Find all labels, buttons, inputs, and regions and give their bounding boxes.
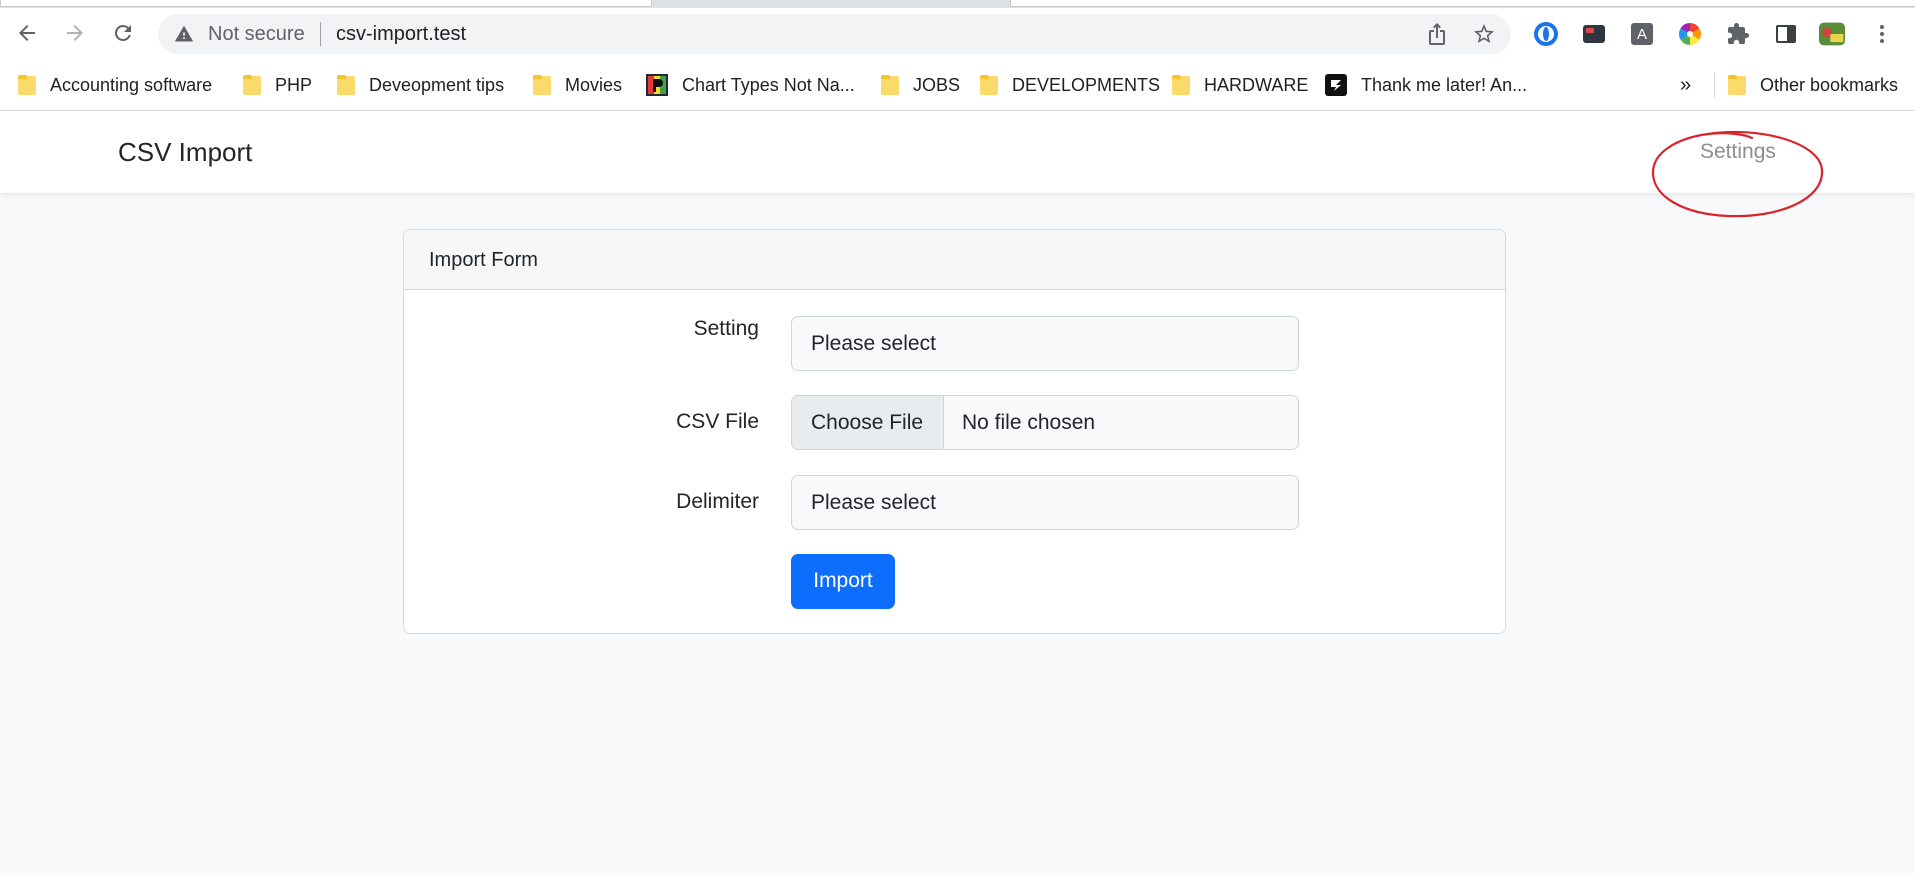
bookmark-movies[interactable]: Movies bbox=[533, 72, 622, 98]
bookmark-chart-types[interactable]: Chart Types Not Na... bbox=[646, 72, 855, 98]
setting-select-value: Please select bbox=[811, 332, 936, 355]
overflow-chevron-icon: » bbox=[1680, 73, 1692, 96]
csv-file-label: CSV File bbox=[676, 410, 759, 433]
bookmark-label: PHP bbox=[275, 74, 313, 95]
import-form-card: Import Form Setting Please select CSV Fi… bbox=[403, 229, 1506, 634]
bookmark-label: Thank me later! An... bbox=[1361, 74, 1528, 95]
back-button[interactable] bbox=[12, 18, 42, 48]
back-arrow-icon bbox=[19, 25, 35, 41]
bookmarks-overflow-button[interactable]: » bbox=[1680, 72, 1691, 98]
bookmark-label: JOBS bbox=[913, 74, 961, 95]
forward-arrow-icon bbox=[67, 25, 83, 41]
browser-tab[interactable] bbox=[0, 0, 652, 7]
tab-strip bbox=[0, 0, 1915, 8]
bookmarks-bar: Accounting software PHP Deveopment tips … bbox=[0, 60, 1915, 111]
file-status-text: No file chosen bbox=[962, 411, 1096, 434]
bookmark-label: Movies bbox=[565, 74, 623, 95]
folder-icon bbox=[18, 75, 36, 95]
folder-icon bbox=[1172, 75, 1190, 95]
share-icon[interactable] bbox=[1425, 22, 1449, 46]
brand-title[interactable]: CSV Import bbox=[118, 137, 252, 167]
choose-file-button[interactable]: Choose File bbox=[792, 396, 944, 449]
side-panel-icon[interactable] bbox=[1773, 21, 1799, 47]
chart-site-favicon bbox=[646, 74, 668, 96]
delimiter-label: Delimiter bbox=[676, 490, 759, 513]
forward-button[interactable] bbox=[60, 18, 90, 48]
security-status[interactable]: Not secure bbox=[208, 24, 305, 44]
color-wheel-icon[interactable] bbox=[1677, 21, 1703, 47]
other-bookmarks[interactable]: Other bookmarks bbox=[1728, 72, 1898, 98]
address-divider bbox=[320, 22, 321, 46]
bookmark-accounting-software[interactable]: Accounting software bbox=[18, 72, 212, 98]
folder-icon bbox=[337, 75, 355, 95]
bookmarks-divider bbox=[1714, 72, 1715, 98]
bookmark-jobs[interactable]: JOBS bbox=[881, 72, 960, 98]
reload-button[interactable] bbox=[108, 18, 138, 48]
warning-icon bbox=[174, 25, 194, 42]
bookmark-label: DEVELOPMENTS bbox=[1012, 74, 1161, 95]
url-text[interactable]: csv-import.test bbox=[336, 24, 466, 44]
card-title: Import Form bbox=[429, 249, 538, 271]
extension-dark-icon[interactable] bbox=[1581, 21, 1607, 47]
csv-file-input[interactable]: Choose File No file chosen bbox=[791, 395, 1299, 450]
browser-tab[interactable] bbox=[1010, 0, 1915, 7]
import-button-label: Import bbox=[813, 569, 873, 592]
browser-menu-icon[interactable] bbox=[1869, 21, 1895, 47]
delimiter-select-value: Please select bbox=[811, 491, 936, 514]
extension-font-icon[interactable]: A bbox=[1629, 21, 1655, 47]
bookmark-label: Accounting software bbox=[50, 74, 213, 95]
folder-icon bbox=[881, 75, 899, 95]
import-button[interactable]: Import bbox=[791, 554, 895, 609]
bookmark-php[interactable]: PHP bbox=[243, 72, 312, 98]
app-navbar: CSV Import Settings bbox=[0, 111, 1915, 193]
card-header: Import Form bbox=[404, 230, 1505, 290]
bookmark-star-icon[interactable] bbox=[1472, 22, 1496, 46]
address-bar[interactable]: Not secure csv-import.test bbox=[158, 14, 1511, 54]
svg-text:A: A bbox=[1637, 26, 1647, 43]
folder-icon bbox=[243, 75, 261, 95]
bookmark-label: Chart Types Not Na... bbox=[682, 74, 855, 95]
extensions-puzzle-icon[interactable] bbox=[1725, 21, 1751, 47]
reload-icon bbox=[114, 24, 131, 41]
bookmark-deveopment-tips[interactable]: Deveopment tips bbox=[337, 72, 504, 98]
bookmark-label: Deveopment tips bbox=[369, 74, 505, 95]
bookmark-thank-me-later[interactable]: Thank me later! An... bbox=[1325, 72, 1527, 98]
bookmark-hardware[interactable]: HARDWARE bbox=[1172, 72, 1308, 98]
site-favicon-icon bbox=[1325, 74, 1347, 96]
extension-circle-icon[interactable] bbox=[1533, 21, 1559, 47]
choose-file-label: Choose File bbox=[811, 411, 924, 434]
bookmark-label: Other bookmarks bbox=[1760, 74, 1899, 95]
browser-toolbar: Not secure csv-import.test A bbox=[0, 8, 1915, 60]
bookmark-label: HARDWARE bbox=[1204, 74, 1309, 95]
folder-icon bbox=[980, 75, 998, 95]
setting-select[interactable]: Please select bbox=[791, 316, 1299, 371]
setting-label: Setting bbox=[693, 317, 759, 340]
profile-avatar[interactable] bbox=[1819, 21, 1845, 47]
bookmark-developments[interactable]: DEVELOPMENTS bbox=[980, 72, 1160, 98]
folder-icon bbox=[1728, 75, 1746, 95]
delimiter-select[interactable]: Please select bbox=[791, 475, 1299, 530]
folder-icon bbox=[533, 75, 551, 95]
settings-link[interactable]: Settings bbox=[1700, 139, 1776, 165]
